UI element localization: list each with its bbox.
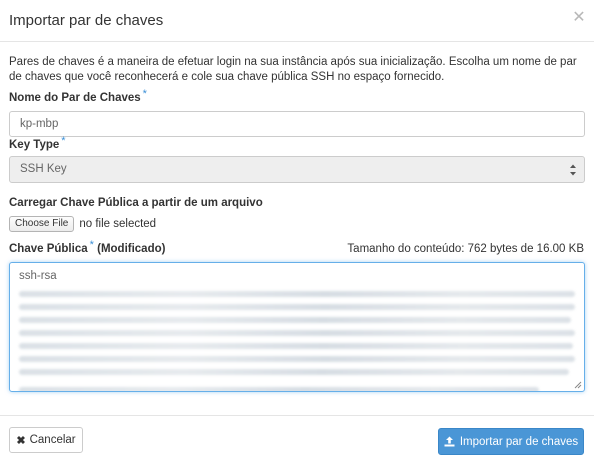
blurred-key-line bbox=[19, 343, 573, 349]
import-keypair-button[interactable]: Importar par de chaves bbox=[438, 428, 584, 455]
upload-icon bbox=[444, 436, 455, 447]
import-keypair-button-label: Importar par de chaves bbox=[459, 435, 579, 448]
key-type-label: Key Type * bbox=[9, 135, 66, 151]
modified-note: (Modificado) bbox=[97, 243, 166, 255]
modal-title: Importar par de chaves bbox=[9, 12, 164, 29]
blurred-key-line bbox=[19, 356, 575, 362]
blurred-key-line bbox=[19, 387, 539, 391]
required-marker: * bbox=[61, 135, 66, 147]
content-size-info: Tamanho do conteúdo: 762 bytes de 16.00 … bbox=[347, 243, 584, 255]
blurred-key-line bbox=[19, 291, 575, 297]
resize-handle-icon[interactable] bbox=[574, 381, 582, 389]
blurred-key-line bbox=[19, 330, 575, 336]
blurred-key-line bbox=[19, 304, 575, 310]
keypair-name-input[interactable] bbox=[9, 111, 585, 137]
key-type-selected-value: SSH Key bbox=[20, 163, 67, 175]
cancel-button[interactable]: ✖ Cancelar bbox=[9, 427, 83, 453]
public-key-label-text: Chave Pública bbox=[9, 243, 88, 255]
public-key-first-line: ssh-rsa bbox=[19, 270, 57, 282]
key-type-select[interactable]: SSH Key bbox=[9, 156, 585, 183]
blurred-key-line bbox=[19, 369, 569, 375]
file-status-text: no file selected bbox=[79, 218, 157, 230]
close-icon: ✖ bbox=[16, 434, 26, 447]
file-upload-label: Carregar Chave Pública a partir de um ar… bbox=[9, 197, 263, 209]
key-type-label-text: Key Type bbox=[9, 139, 60, 151]
modal-description: Pares de chaves é a maneira de efetuar l… bbox=[9, 56, 577, 83]
public-key-textarea[interactable]: ssh-rsa bbox=[9, 262, 585, 392]
cancel-button-label: Cancelar bbox=[29, 434, 76, 446]
modal-header: Importar par de chaves ✕ bbox=[0, 0, 594, 42]
blurred-key-line bbox=[19, 317, 571, 323]
choose-file-button[interactable]: Choose File bbox=[9, 216, 75, 232]
keypair-name-label: Nome do Par de Chaves * bbox=[9, 88, 147, 104]
select-arrows-icon bbox=[570, 164, 576, 176]
required-marker: * bbox=[142, 88, 147, 100]
public-key-label: Chave Pública * (Modificado) bbox=[9, 239, 166, 255]
required-marker: * bbox=[89, 239, 94, 251]
file-upload-row: Choose File no file selected bbox=[9, 215, 156, 233]
keypair-name-label-text: Nome do Par de Chaves bbox=[9, 92, 141, 104]
close-icon[interactable]: ✕ bbox=[572, 10, 586, 26]
